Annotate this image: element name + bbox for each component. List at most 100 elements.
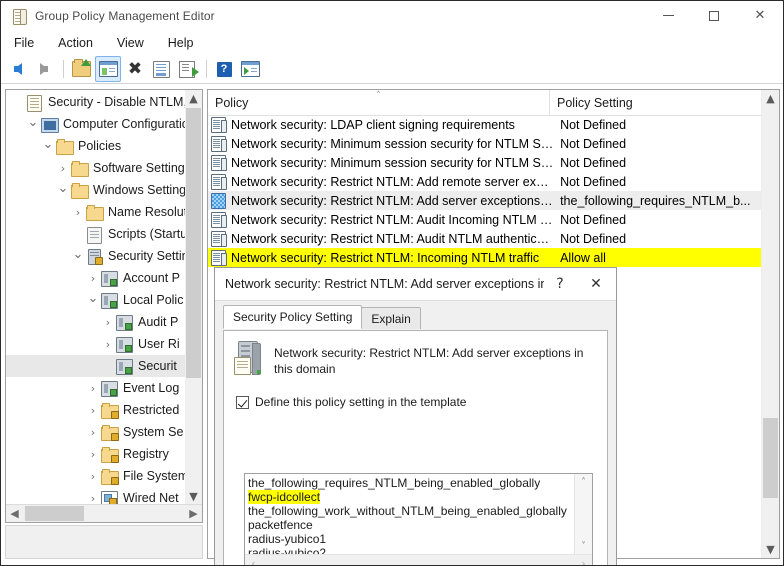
tree-item[interactable]: › User Ri [6,333,202,355]
server-exceptions-listbox[interactable]: the_following_requires_NTLM_being_enable… [244,473,593,565]
column-header-policy[interactable]: Policy ˄ [208,90,550,115]
tree-vertical-scrollbar[interactable]: ▲ ▼ [185,90,202,505]
list-vertical-scrollbar[interactable]: ▲ ▼ [761,90,779,558]
chevron-right-icon[interactable]: › [85,492,101,505]
tree-scroll-up-icon[interactable]: ▲ [185,90,202,107]
column-header-policy-setting[interactable]: Policy Setting [550,90,760,115]
tree-item[interactable]: › Software Settings [6,157,202,179]
server-exception-item[interactable]: the_following_work_without_NTLM_being_en… [248,504,575,518]
chevron-right-icon[interactable]: › [85,272,101,285]
tree-item-label: Registry [123,447,169,461]
tree-item[interactable]: › Account P [6,267,202,289]
chevron-down-icon[interactable]: ⌄ [40,137,56,152]
list-scroll-down-icon[interactable]: ▼ [762,541,779,558]
tree-item[interactable]: › Wired Net [6,487,202,505]
tree-hscroll-right-icon[interactable]: ▶ [185,505,202,522]
folder-lock-icon [101,424,119,441]
server-exception-item[interactable]: fwcp-idcollect [248,490,575,504]
listbox-horizontal-scrollbar[interactable]: ‹ › [245,554,592,565]
tab-explain[interactable]: Explain [361,307,421,329]
tree-item[interactable]: Scripts (Startu [6,223,202,245]
help-button[interactable]: ? [212,57,236,81]
list-scroll-up-icon[interactable]: ▲ [762,90,779,107]
list-scroll-thumb[interactable] [763,418,778,498]
tree-item[interactable]: ⌄ Local Polic [6,289,202,311]
chevron-right-icon[interactable]: › [85,404,101,417]
chevron-down-icon[interactable]: ⌄ [70,247,86,262]
dialog-help-button[interactable]: ? [544,269,576,299]
tree-item[interactable]: ⌄ Computer Configuration [6,113,202,135]
forward-button[interactable] [32,57,56,81]
tree-item[interactable]: ⌄ Security Settin [6,245,202,267]
tree-item[interactable]: Securit [6,355,202,377]
minimize-button[interactable] [645,1,691,30]
show-hide-tree-button[interactable] [95,56,121,82]
policy-row[interactable]: Network security: Restrict NTLM: Add rem… [208,172,762,191]
tree-item[interactable]: › File System [6,465,202,487]
tree-item[interactable]: › System Se [6,421,202,443]
maximize-button[interactable] [691,1,737,30]
server-exception-item[interactable]: the_following_requires_NTLM_being_enable… [248,476,575,490]
up-one-level-button[interactable] [69,57,93,81]
delete-button[interactable]: ✖ [123,57,147,81]
server-exception-item[interactable]: radius-yubico1 [248,532,575,546]
chevron-right-icon[interactable]: › [55,162,71,175]
tab-security-policy-setting[interactable]: Security Policy Setting [223,305,363,329]
tree-item[interactable]: Security - Disable NTLM, DC [6,91,202,113]
policy-name-cell: Network security: Restrict NTLM: Add rem… [231,174,555,189]
listbox-scroll-left-icon[interactable]: ‹ [245,557,262,565]
tree-item[interactable]: › Audit P [6,311,202,333]
policy-row[interactable]: Network security: Restrict NTLM: Audit N… [208,229,762,248]
listbox-scroll-right-icon[interactable]: › [575,557,592,565]
back-button[interactable] [6,57,30,81]
policy-row[interactable]: Network security: Restrict NTLM: Incomin… [208,248,762,267]
server-exceptions-items[interactable]: the_following_requires_NTLM_being_enable… [245,474,575,555]
close-button[interactable]: ✕ [737,1,783,30]
tree-item[interactable]: ⌄ Windows Settings [6,179,202,201]
policy-row[interactable]: Network security: LDAP client signing re… [208,115,762,134]
menu-view[interactable]: View [106,33,155,53]
tree-hscroll-left-icon[interactable]: ◀ [6,505,23,522]
policy-row[interactable]: Network security: Restrict NTLM: Audit I… [208,210,762,229]
tree-item[interactable]: › Name Resolut [6,201,202,223]
tree-hscroll-thumb[interactable] [25,506,84,521]
tree-item[interactable]: ⌄ Policies [6,135,202,157]
menu-help[interactable]: Help [157,33,205,53]
policy-row[interactable]: Network security: Restrict NTLM: Add ser… [208,191,762,210]
chevron-right-icon[interactable]: › [85,426,101,439]
tree-scroll-down-icon[interactable]: ▼ [185,488,202,505]
listbox-vertical-scrollbar[interactable]: ˄ ˅ [574,474,592,555]
server-exception-item[interactable]: packetfence [248,518,575,532]
tree-item[interactable]: › Restricted [6,399,202,421]
dialog-close-button[interactable]: ✕ [576,269,616,299]
listbox-scroll-up-icon[interactable]: ˄ [575,474,592,491]
chevron-right-icon[interactable]: › [85,448,101,461]
tree-item-label: Computer Configuration [63,117,196,131]
policy-row[interactable]: Network security: Minimum session securi… [208,153,762,172]
tree-hscroll-track[interactable] [23,505,185,522]
chevron-right-icon[interactable]: › [85,382,101,395]
chevron-right-icon[interactable]: › [100,316,116,329]
tree-item-label: System Se [123,425,184,439]
listbox-scroll-down-icon[interactable]: ˅ [575,538,592,555]
tree-item[interactable]: › Registry [6,443,202,465]
define-policy-checkbox-row[interactable]: Define this policy setting in the templa… [224,377,607,413]
tree-item[interactable]: › Event Log [6,377,202,399]
chevron-right-icon[interactable]: › [85,470,101,483]
tree-horizontal-scrollbar[interactable]: ◀ ▶ [6,504,202,522]
policy-row[interactable]: Network security: Minimum session securi… [208,134,762,153]
chevron-right-icon[interactable]: › [100,338,116,351]
tree-scroll-thumb[interactable] [186,108,201,378]
export-list-button[interactable] [175,57,199,81]
console-tree[interactable]: Security - Disable NTLM, DC ⌄ Computer Con… [6,90,202,505]
menu-file[interactable]: File [3,33,45,53]
menu-action[interactable]: Action [47,33,104,53]
tree-item-label: Security Settin [108,249,189,263]
show-action-pane-button[interactable] [238,57,262,81]
chevron-down-icon[interactable]: ⌄ [55,181,71,196]
chevron-right-icon[interactable]: › [70,206,86,219]
chevron-down-icon[interactable]: ⌄ [25,115,41,130]
chevron-down-icon[interactable]: ⌄ [85,291,101,306]
properties-button[interactable] [149,57,173,81]
define-policy-checkbox[interactable] [236,395,249,409]
